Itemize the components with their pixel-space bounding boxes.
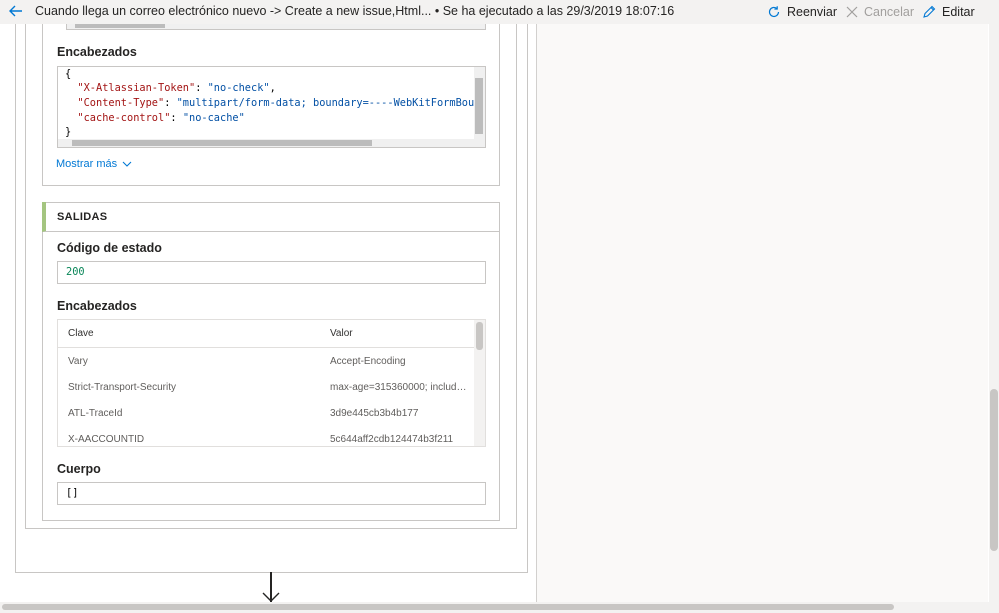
code-line: "cache-control": "no-cache" xyxy=(77,112,245,124)
right-pane xyxy=(536,24,988,602)
code-horizontal-scrollbar-thumb[interactable] xyxy=(72,140,372,146)
resubmit-button[interactable]: Reenviar xyxy=(767,2,837,22)
column-header-key: Clave xyxy=(68,328,94,339)
resubmit-label: Reenviar xyxy=(787,5,838,19)
refresh-icon xyxy=(768,6,780,18)
pencil-icon xyxy=(923,5,936,18)
horizontal-scrollbar-thumb[interactable] xyxy=(2,604,894,610)
previous-field-scrollbar[interactable] xyxy=(66,24,486,30)
table-vertical-scrollbar-thumb[interactable] xyxy=(476,322,483,350)
outputs-headers-table[interactable]: Clave Valor Vary Accept-Encoding Strict-… xyxy=(57,319,486,447)
outputs-title: SALIDAS xyxy=(42,202,500,232)
close-icon xyxy=(846,6,858,18)
code-line: "Content-Type": "multipart/form-data; bo… xyxy=(77,97,486,109)
show-more-link[interactable]: Mostrar más xyxy=(56,158,133,170)
edit-button[interactable]: Editar xyxy=(922,2,975,22)
column-header-value: Valor xyxy=(330,328,353,339)
row-key: ATL-TraceId xyxy=(68,408,123,419)
row-value: Accept-Encoding xyxy=(330,356,406,367)
cancel-button[interactable]: Cancelar xyxy=(846,2,914,22)
row-value: 5c644aff2cdb124474b3f211 xyxy=(330,434,454,445)
status-code-field[interactable]: 200 xyxy=(57,261,486,284)
vertical-scrollbar-thumb[interactable] xyxy=(990,389,998,551)
status-code-label: Código de estado xyxy=(57,241,162,255)
code-line: "X-Atlassian-Token": "no-check", xyxy=(77,82,276,94)
body-field[interactable]: [] xyxy=(57,482,486,505)
row-key: Vary xyxy=(68,356,88,367)
code-line: { xyxy=(65,68,72,80)
cancel-label: Cancelar xyxy=(864,5,915,19)
show-more-label: Mostrar más xyxy=(56,158,118,170)
run-details-header: Cuando llega un correo electrónico nuevo… xyxy=(0,0,999,24)
body-label: Cuerpo xyxy=(57,462,101,476)
inputs-headers-label: Encabezados xyxy=(57,45,137,59)
row-key: Strict-Transport-Security xyxy=(68,382,176,393)
run-title: Cuando llega un correo electrónico nuevo… xyxy=(35,4,675,18)
row-value: 3d9e445cb3b4b177 xyxy=(330,408,419,419)
code-vertical-scrollbar-thumb[interactable] xyxy=(475,78,483,134)
arrow-down-icon xyxy=(262,592,280,602)
outputs-headers-label: Encabezados xyxy=(57,299,137,313)
table-header: Clave Valor xyxy=(58,320,476,348)
inputs-headers-code[interactable]: { "X-Atlassian-Token": "no-check", "Cont… xyxy=(57,66,486,148)
code-line: } xyxy=(65,126,72,138)
row-value: max-age=315360000; include... xyxy=(330,382,470,393)
back-arrow-icon[interactable] xyxy=(6,1,26,21)
edit-label: Editar xyxy=(942,5,975,19)
row-key: X-AACCOUNTID xyxy=(68,434,145,445)
chevron-down-icon xyxy=(122,161,132,167)
